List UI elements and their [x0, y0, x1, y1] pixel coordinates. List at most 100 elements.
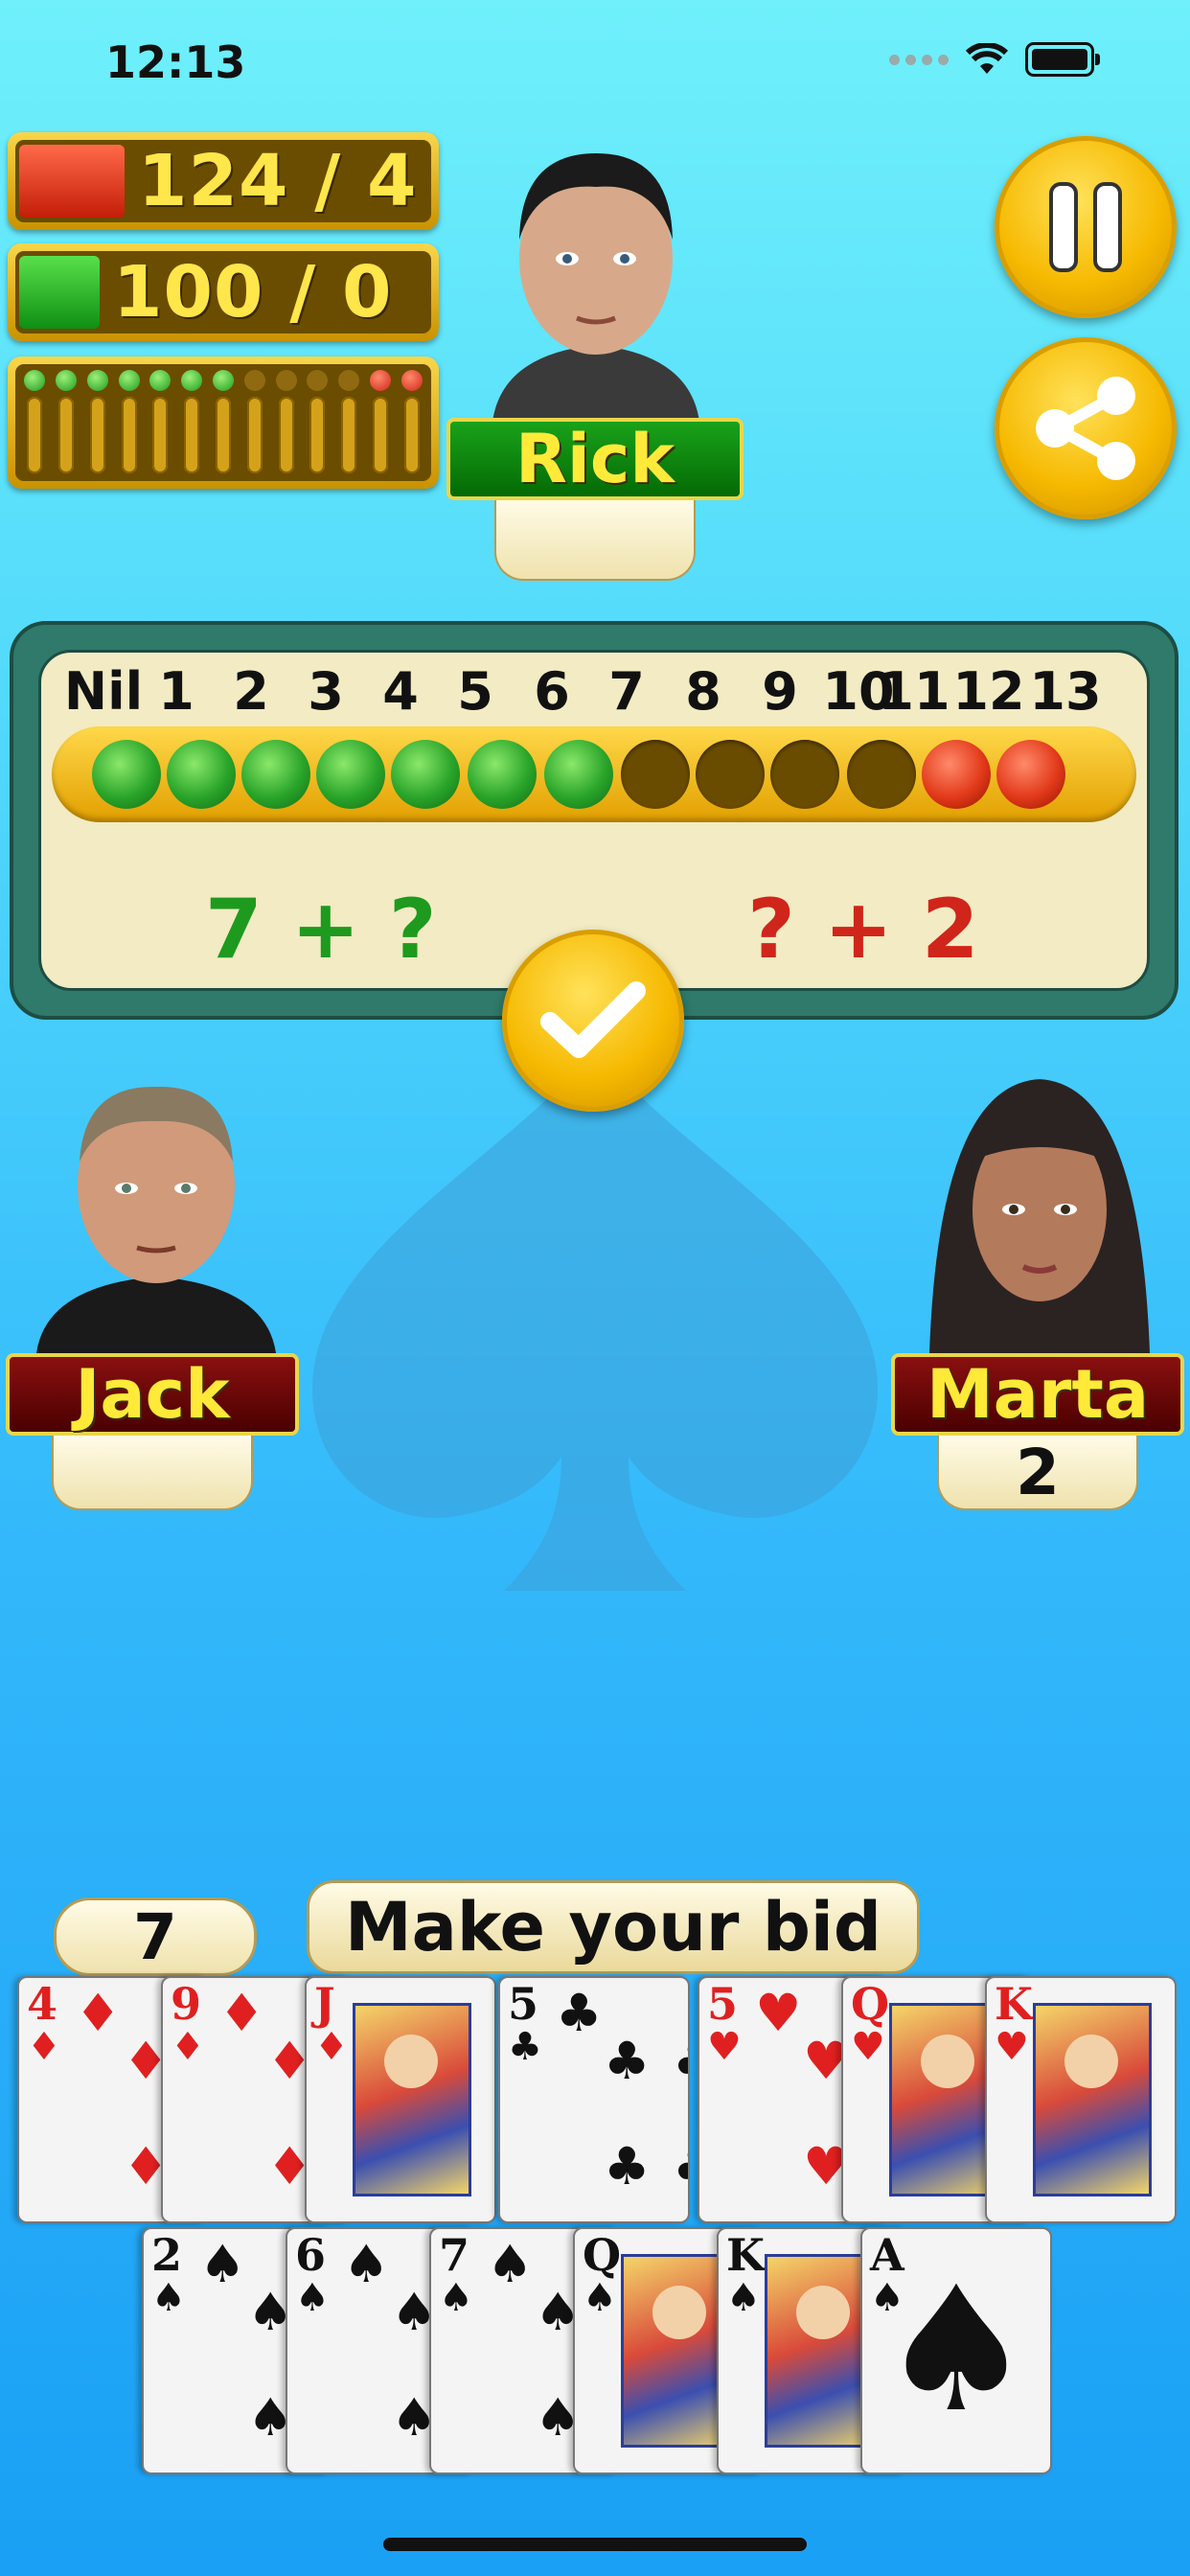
trick-led [338, 370, 360, 391]
trick-slot [369, 364, 391, 481]
trick-slot [275, 364, 297, 481]
bid-dot[interactable] [770, 740, 839, 809]
trick-led [181, 370, 203, 391]
player-name-jack: Jack [6, 1353, 299, 1436]
bid-dot[interactable] [92, 740, 161, 809]
bid-dot[interactable] [391, 740, 460, 809]
bid-option-12[interactable]: 12 [952, 661, 1024, 722]
bid-dot[interactable] [241, 740, 310, 809]
trick-slot [400, 364, 423, 481]
trick-led [275, 370, 297, 391]
pause-button[interactable] [995, 136, 1177, 318]
player-bid-rick [494, 500, 696, 581]
card-pip: ♣ [604, 2136, 651, 2196]
red-team-score: 124 / 4 [8, 132, 439, 230]
wifi-icon [966, 43, 1008, 74]
card-suit-icon: ♠ [439, 2276, 473, 2320]
bid-option-nil[interactable]: Nil [64, 661, 143, 722]
bid-option-13[interactable]: 13 [1029, 661, 1101, 722]
card-pip: ♥ [755, 1983, 802, 2043]
card-rank: 5 [508, 1978, 539, 2030]
trick-bar [215, 397, 231, 473]
bid-option-11[interactable]: 11 [878, 661, 950, 722]
card-pip: ♦ [218, 1983, 265, 2043]
team-green-bid: 7 + ? [205, 882, 437, 978]
trick-slot [212, 364, 234, 481]
card-suit-icon: ♥ [851, 2025, 885, 2069]
card-suit-icon: ♠ [151, 2276, 186, 2320]
card-pip: ♣ [673, 2036, 688, 2087]
trick-bar [246, 397, 263, 473]
bid-dot[interactable] [922, 740, 991, 809]
bid-option-8[interactable]: 8 [685, 661, 721, 722]
trick-slot [149, 364, 172, 481]
red-team-chip [19, 145, 125, 218]
battery-icon [1025, 42, 1100, 77]
card-pip: ♠ [879, 2250, 1034, 2450]
bid-dot[interactable] [996, 740, 1065, 809]
trick-slot [307, 364, 329, 481]
card-rank: K [726, 2229, 765, 2281]
bid-option-7[interactable]: 7 [608, 661, 645, 722]
card-face-art [1033, 2003, 1152, 2196]
card-pip: ♣ [556, 1983, 603, 2043]
card-rank: 4 [27, 1978, 58, 2030]
bid-dot[interactable] [847, 740, 916, 809]
team-red-bid: ? + 2 [747, 882, 979, 978]
card-suit-icon: ♦ [314, 2025, 349, 2069]
bid-track [52, 726, 1136, 822]
card-suit-icon: ♦ [171, 2025, 205, 2069]
card-pip: ♠ [487, 2234, 534, 2294]
card-rank: Q [583, 2229, 622, 2281]
card-suit-icon: ♣ [508, 2025, 542, 2069]
bid-dot[interactable] [468, 740, 537, 809]
card-suit-icon: ♠ [583, 2276, 617, 2320]
card-5-♣[interactable]: 5♣♣♣♣♣♣ [498, 1976, 690, 2223]
card-j-♦[interactable]: J ♦ [305, 1976, 496, 2223]
trick-bar [121, 397, 137, 473]
bid-option-5[interactable]: 5 [457, 661, 493, 722]
card-k-♥[interactable]: K ♥ [985, 1976, 1177, 2223]
trick-slot [118, 364, 140, 481]
card-suit-icon: ♥ [707, 2025, 742, 2069]
bid-dot[interactable] [696, 740, 765, 809]
trick-led [86, 370, 108, 391]
trick-led [243, 370, 265, 391]
player-name-marta: Marta [891, 1353, 1184, 1436]
avatar-marta [910, 1066, 1169, 1353]
card-pip: ♣ [673, 2141, 688, 2193]
card-pip: ♦ [75, 1983, 122, 2043]
bid-option-6[interactable]: 6 [534, 661, 570, 722]
bid-dot[interactable] [167, 740, 236, 809]
bid-dot[interactable] [621, 740, 690, 809]
card-a-♠[interactable]: A ♠ ♠ [860, 2227, 1052, 2474]
trick-slot [243, 364, 265, 481]
card-pip: ♠ [343, 2234, 390, 2294]
trick-bar [152, 397, 169, 473]
trick-slot [338, 364, 360, 481]
bid-option-2[interactable]: 2 [233, 661, 269, 722]
bid-option-9[interactable]: 9 [762, 661, 798, 722]
card-pip: ♠ [199, 2234, 246, 2294]
trick-bar [341, 397, 357, 473]
bid-dot[interactable] [316, 740, 385, 809]
bid-option-3[interactable]: 3 [308, 661, 344, 722]
bid-option-4[interactable]: 4 [382, 661, 419, 722]
card-suit-icon: ♥ [995, 2025, 1029, 2069]
trick-led [307, 370, 329, 391]
card-rank: 9 [171, 1978, 202, 2030]
card-face-art [353, 2003, 471, 2196]
trick-bar [89, 397, 105, 473]
confirm-bid-button[interactable] [502, 930, 684, 1112]
trick-led [212, 370, 234, 391]
avatar-jack [27, 1066, 286, 1353]
checkmark-icon [540, 981, 646, 1058]
bid-option-1[interactable]: 1 [158, 661, 195, 722]
share-button[interactable] [995, 337, 1177, 519]
signal-icon [889, 54, 949, 65]
bid-dot[interactable] [544, 740, 613, 809]
home-indicator[interactable] [383, 2538, 807, 2551]
green-team-score: 100 / 0 [8, 243, 439, 341]
status-time: 12:13 [105, 36, 246, 88]
card-suit-icon: ♠ [295, 2276, 330, 2320]
